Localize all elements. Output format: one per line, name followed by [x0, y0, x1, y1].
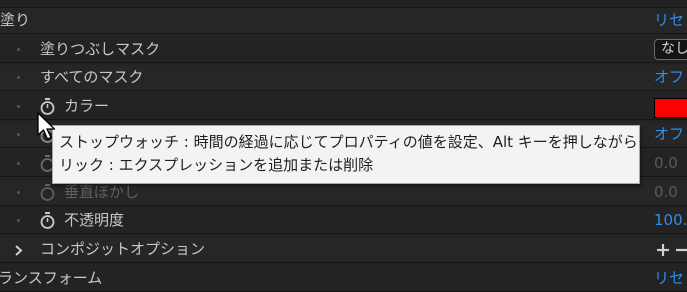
color-label: カラー — [64, 97, 110, 115]
tooltip-line-2: リック : エクスプレッションを追加または削除 — [59, 156, 374, 174]
bullet-dot — [17, 191, 20, 194]
bullet-dot — [17, 162, 20, 165]
bullet-dot — [17, 76, 20, 79]
stopwatch-tooltip: ストップウォッチ : 時間の経過に応じてプロパティの値を設定、Alt キーを押し… — [52, 125, 653, 184]
plus-minus-icons[interactable] — [654, 239, 687, 261]
fill-mask-label: 塗りつぶしマスク — [40, 40, 161, 58]
row-composite-options[interactable]: コンポジットオプション — [0, 237, 687, 263]
row-fill[interactable]: 塗り リセッ — [0, 8, 687, 34]
vertical-blur-label: 垂直ぼかし — [64, 183, 140, 201]
hidden-a-toggle[interactable]: オフ — [654, 125, 684, 144]
bullet-dot — [17, 219, 20, 222]
stopwatch-icon[interactable] — [39, 184, 56, 201]
row-transform[interactable]: ランスフォーム リセッ — [0, 266, 687, 292]
fill-reset-link[interactable]: リセッ — [654, 11, 687, 30]
hidden-b-value[interactable]: 0.0 — [654, 154, 678, 173]
row-opacity[interactable]: 不透明度 100.0 — [0, 208, 687, 234]
row-top-partial — [0, 0, 687, 8]
fill-label: 塗り — [0, 11, 31, 29]
row-all-masks[interactable]: すべてのマスク オフ — [0, 65, 687, 91]
tooltip-line-1: ストップウォッチ : 時間の経過に応じてプロパティの値を設定、Alt キーを押し… — [59, 133, 653, 151]
transform-label: ランスフォーム — [0, 269, 103, 287]
all-masks-toggle[interactable]: オフ — [654, 68, 684, 87]
bullet-dot — [17, 105, 20, 108]
opacity-label: 不透明度 — [64, 211, 125, 229]
bullet-dot — [17, 48, 20, 51]
vertical-blur-value[interactable]: 0.0 — [654, 183, 678, 202]
mouse-pointer-icon — [37, 112, 56, 140]
all-masks-label: すべてのマスク — [40, 68, 144, 86]
composite-options-label: コンポジットオプション — [40, 240, 206, 258]
color-swatch[interactable] — [654, 98, 687, 118]
chevron-right-icon[interactable] — [12, 241, 26, 259]
row-color[interactable]: カラー — [0, 94, 687, 120]
transform-reset-link[interactable]: リセッ — [654, 269, 687, 288]
fill-mask-dropdown[interactable]: なし — [654, 39, 687, 60]
opacity-value[interactable]: 100.0 — [654, 211, 687, 230]
row-fill-mask[interactable]: 塗りつぶしマスク なし — [0, 37, 687, 63]
stopwatch-icon[interactable] — [39, 212, 56, 229]
bullet-dot — [17, 133, 20, 136]
